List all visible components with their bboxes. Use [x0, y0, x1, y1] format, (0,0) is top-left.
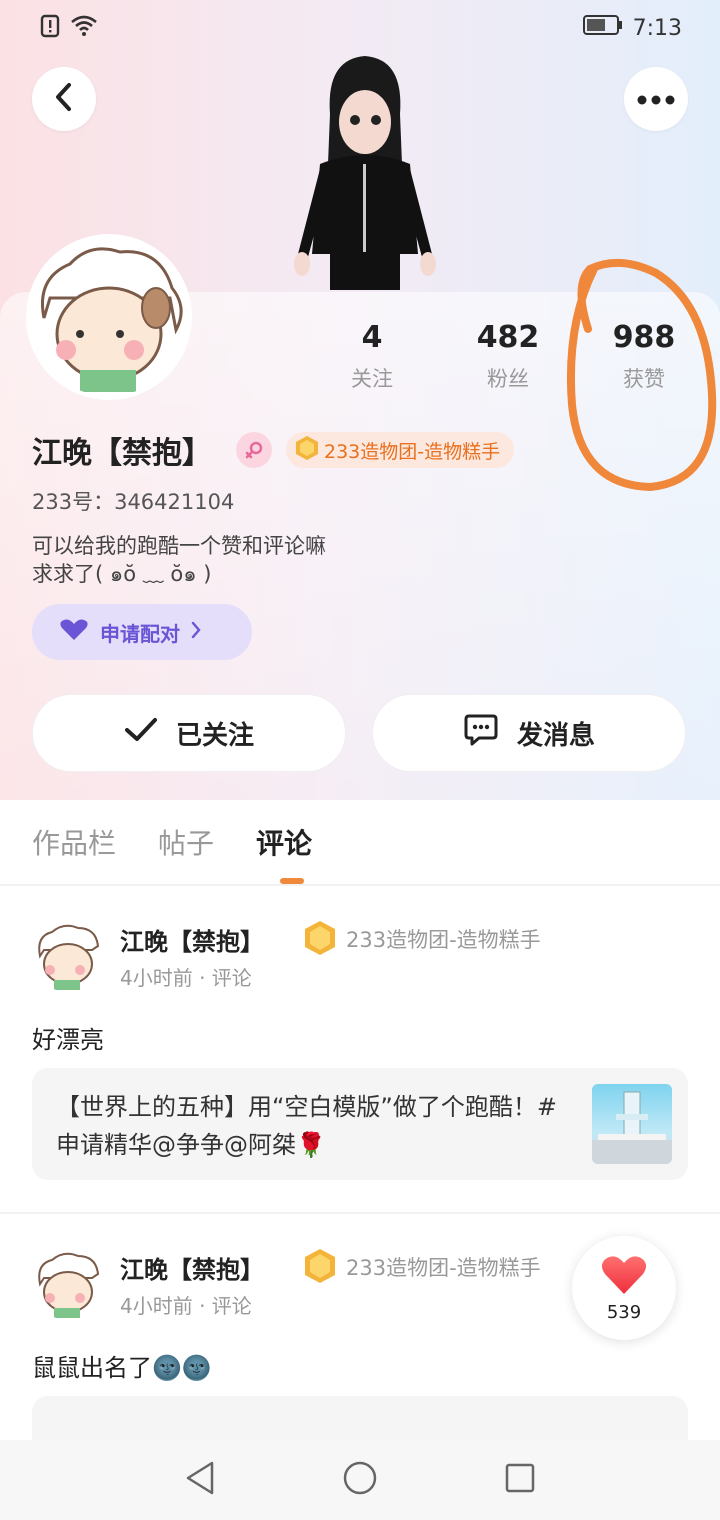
- nav-recents-button[interactable]: [500, 1460, 540, 1500]
- back-button[interactable]: [32, 67, 96, 131]
- comment-meta: 4小时前 · 评论: [120, 966, 252, 990]
- square-recents-icon: [504, 1462, 536, 1498]
- triangle-back-icon: [184, 1460, 216, 1500]
- status-bar: 7:13: [0, 0, 720, 56]
- linked-post-title: 【世界上的五种】用“空白模版”做了个跑酷！#申请精华@争争@阿桀🌹: [56, 1093, 557, 1159]
- circle-home-icon: [342, 1460, 378, 1500]
- alert-icon: [40, 14, 60, 42]
- linked-post-card[interactable]: [32, 1396, 688, 1440]
- profile-avatar[interactable]: [30, 238, 188, 396]
- bio-line-2: 求求了( ๑ŏ ﹏ ŏ๑ ): [32, 562, 212, 586]
- heart-icon: [58, 618, 90, 647]
- apply-pair-button[interactable]: 申请配对: [32, 604, 252, 660]
- comment-avatar[interactable]: [32, 1248, 104, 1320]
- chevron-left-icon: [54, 82, 74, 116]
- character-avatar: [290, 54, 440, 292]
- comment-author[interactable]: 江晚【禁抱】: [120, 1250, 264, 1285]
- like-count: 539: [606, 1301, 642, 1323]
- post-thumbnail: [592, 1084, 672, 1164]
- nav-home-button[interactable]: [340, 1460, 380, 1500]
- checkmark-icon: [124, 717, 158, 750]
- comment-badge-label: 233造物团-造物糕手: [346, 928, 541, 952]
- stat-followers-count: 482: [476, 320, 540, 355]
- nav-back-button[interactable]: [180, 1460, 220, 1500]
- linked-post-card[interactable]: 【世界上的五种】用“空白模版”做了个跑酷！#申请精华@争争@阿桀🌹: [32, 1068, 688, 1180]
- stat-likes-count: 988: [612, 320, 676, 355]
- message-button[interactable]: 发消息: [372, 694, 686, 772]
- tab-comments[interactable]: 评论: [256, 822, 312, 862]
- wifi-icon: [70, 14, 98, 42]
- tab-bar: 作品栏 帖子 评论: [32, 822, 312, 862]
- stat-following[interactable]: 4 关注: [312, 320, 432, 393]
- comment-badge-label: 233造物团-造物糕手: [346, 1256, 541, 1280]
- status-time: 7:13: [632, 15, 682, 41]
- comment-avatar[interactable]: [32, 920, 104, 992]
- following-label: 已关注: [175, 720, 254, 751]
- more-button[interactable]: [624, 67, 688, 131]
- bio: 可以给我的跑酷一个赞和评论嘛 求求了( ๑ŏ ﹏ ŏ๑ ): [32, 532, 326, 588]
- bio-line-1: 可以给我的跑酷一个赞和评论嘛: [32, 534, 326, 558]
- more-horizontal-icon: [637, 90, 675, 109]
- stat-followers[interactable]: 482 粉丝: [448, 320, 568, 393]
- like-button[interactable]: 539: [572, 1236, 676, 1340]
- chat-bubble-icon: [463, 713, 499, 754]
- stat-following-label: 关注: [351, 367, 393, 391]
- tab-posts[interactable]: 帖子: [158, 822, 214, 862]
- chevron-right-icon: [190, 620, 202, 644]
- creator-badge[interactable]: 233造物团-造物糕手: [286, 432, 515, 468]
- stat-followers-label: 粉丝: [487, 367, 529, 391]
- apply-pair-label: 申请配对: [100, 621, 180, 646]
- female-icon: [236, 432, 272, 468]
- comment-meta: 4小时前 · 评论: [120, 1294, 252, 1318]
- stat-following-count: 4: [361, 320, 383, 355]
- following-button[interactable]: 已关注: [32, 694, 346, 772]
- profile-name: 江晚【禁抱】: [32, 436, 212, 471]
- stat-likes[interactable]: 988 获赞: [584, 320, 704, 393]
- comment-text: 好漂亮: [32, 1026, 104, 1054]
- comment-author[interactable]: 江晚【禁抱】: [120, 922, 264, 957]
- stat-likes-label: 获赞: [623, 367, 665, 391]
- heart-icon: [600, 1254, 648, 1300]
- tab-divider: [0, 884, 720, 886]
- system-nav-bar: [0, 1440, 720, 1520]
- badge-label: 233造物团-造物糕手: [324, 440, 501, 463]
- message-label: 发消息: [516, 720, 595, 751]
- comment-text: 鼠鼠出名了🌚🌚: [32, 1354, 212, 1382]
- battery-icon: [582, 14, 623, 42]
- tab-works[interactable]: 作品栏: [32, 822, 116, 862]
- badge-icon: [302, 1248, 338, 1284]
- user-id: 233号：346421104: [32, 490, 235, 514]
- badge-icon: [294, 435, 320, 466]
- badge-icon: [302, 920, 338, 956]
- comment-divider: [0, 1212, 720, 1214]
